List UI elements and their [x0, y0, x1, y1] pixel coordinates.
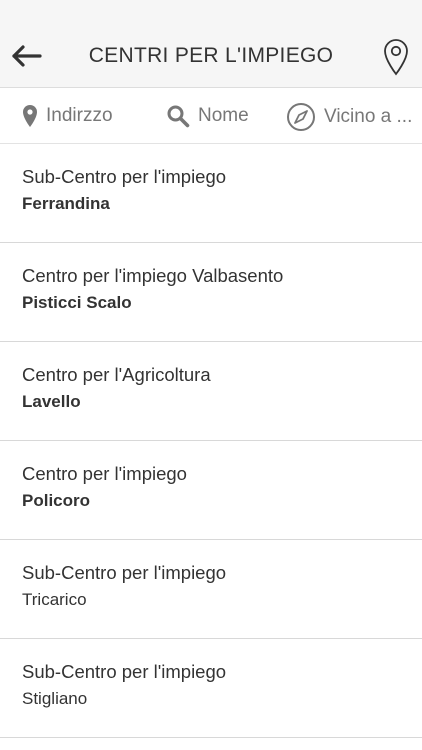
centers-list: Sub-Centro per l'impiego Ferrandina Cent…	[0, 144, 422, 738]
list-item[interactable]: Sub-Centro per l'impiego Tricarico	[0, 540, 422, 639]
location-pin-icon	[23, 105, 37, 127]
list-item[interactable]: Centro per l'impiego Policoro	[0, 441, 422, 540]
search-icon	[167, 105, 190, 128]
map-button[interactable]	[382, 38, 410, 76]
list-item-type: Sub-Centro per l'impiego	[22, 562, 227, 583]
filter-address[interactable]: Indirzzo	[22, 104, 113, 128]
list-item-city: Stigliano	[22, 689, 88, 708]
list-item-type: Sub-Centro per l'impiego	[22, 661, 227, 682]
filter-nearby[interactable]: Vicino a ...	[286, 102, 412, 132]
filter-name-label: Nome	[198, 105, 249, 126]
arrow-left-icon	[12, 45, 42, 67]
filter-bar: Indirzzo Nome Vicino a ...	[0, 88, 422, 144]
filter-name[interactable]: Nome	[166, 104, 249, 128]
list-item-type: Centro per l'impiego	[22, 463, 187, 484]
list-item-city: Lavello	[22, 392, 81, 411]
list-item-city: Policoro	[22, 491, 91, 510]
list-item-type: Centro per l'Agricoltura	[22, 364, 211, 385]
list-item[interactable]: Sub-Centro per l'impiego Ferrandina	[0, 144, 422, 243]
back-button[interactable]	[8, 40, 44, 72]
list-item[interactable]: Centro per l'impiego Valbasento Pisticci…	[0, 243, 422, 342]
map-pin-icon	[384, 39, 408, 76]
nav-bar: CENTRI PER L'IMPIEGO	[0, 0, 422, 88]
page-title: CENTRI PER L'IMPIEGO	[88, 44, 334, 67]
list-item[interactable]: Centro per l'Agricoltura Lavello	[0, 342, 422, 441]
filter-nearby-label: Vicino a ...	[324, 106, 413, 127]
compass-icon	[287, 103, 315, 131]
list-item-city: Tricarico	[22, 590, 87, 609]
list-item-type: Sub-Centro per l'impiego	[22, 166, 227, 187]
list-item[interactable]: Sub-Centro per l'impiego Stigliano	[0, 639, 422, 738]
list-item-city: Ferrandina	[22, 194, 110, 213]
filter-address-label: Indirzzo	[46, 105, 113, 126]
list-item-city: Pisticci Scalo	[22, 293, 132, 312]
list-item-type: Centro per l'impiego Valbasento	[22, 265, 284, 286]
